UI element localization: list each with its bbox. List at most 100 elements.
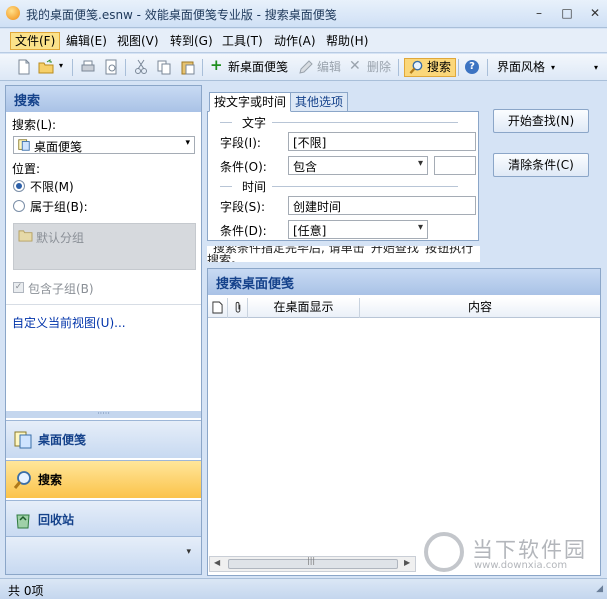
- text-field-select[interactable]: [不限]: [288, 132, 476, 151]
- close-button[interactable]: ✕: [586, 5, 604, 21]
- menu-bar: 文件(F) 编辑(E) 视图(V) 转到(G) 工具(T) 动作(A) 帮助(H…: [0, 29, 607, 53]
- search-form-panel: 文字 字段(I): [不限] 条件(O): 包含 时间 字段(S): 创建时间 …: [207, 111, 479, 241]
- magnifier-icon: [13, 471, 31, 489]
- column-show-on-desktop[interactable]: 在桌面显示: [248, 298, 360, 318]
- print-preview-icon[interactable]: [103, 59, 119, 75]
- nav-splitter[interactable]: ·····: [6, 410, 201, 418]
- time-field-select[interactable]: 创建时间: [288, 196, 476, 215]
- clear-conditions-button[interactable]: 清除条件(C): [493, 153, 589, 177]
- delete-x-icon: ✕: [349, 58, 361, 74]
- left-panel-header: 搜索: [6, 86, 201, 112]
- radio-group[interactable]: [13, 200, 25, 212]
- toolbar-separator: [398, 59, 399, 76]
- toolbar-separator: [125, 59, 126, 76]
- toolbar-separator: [487, 59, 488, 76]
- column-note-icon[interactable]: [208, 298, 228, 318]
- toolbar-separator: [202, 59, 203, 76]
- column-content[interactable]: 内容: [360, 298, 600, 318]
- text-condition-input[interactable]: [434, 156, 476, 175]
- cut-icon[interactable]: [133, 59, 149, 75]
- search-button-label: 搜索: [427, 60, 452, 74]
- search-scope-value: 桌面便笺: [34, 140, 83, 154]
- text-condition-select[interactable]: 包含: [288, 156, 428, 175]
- open-folder-icon[interactable]: [38, 59, 54, 75]
- page-icon: [212, 301, 223, 314]
- nav-item-notes-label: 桌面便笺: [38, 433, 87, 447]
- delete-button[interactable]: 删除: [367, 58, 391, 77]
- group-list[interactable]: 默认分组: [13, 223, 196, 270]
- chevron-down-icon[interactable]: ▾: [186, 547, 191, 557]
- paste-icon[interactable]: [180, 59, 196, 75]
- open-dropdown-icon[interactable]: ▾: [59, 61, 63, 70]
- toolbar-overflow-icon[interactable]: ▾: [594, 58, 598, 77]
- print-icon[interactable]: [80, 59, 96, 75]
- watermark: 当下软件园 www.downxia.com: [424, 532, 604, 576]
- radio-group-label: 属于组(B):: [30, 200, 88, 214]
- edit-button[interactable]: 编辑: [317, 58, 341, 77]
- include-subgroups-checkbox[interactable]: ✓: [13, 282, 24, 293]
- menu-goto[interactable]: 转到(G): [166, 32, 217, 50]
- section-line: [272, 122, 458, 123]
- text-section-label: 文字: [242, 116, 267, 130]
- status-bar: 共 0项 ◢: [0, 578, 607, 599]
- menu-edit[interactable]: 编辑(E): [62, 32, 111, 50]
- ui-style-button[interactable]: 界面风格: [497, 58, 545, 77]
- nav-overflow[interactable]: ▾: [6, 536, 201, 574]
- tab-other-options[interactable]: 其他选项: [290, 92, 349, 112]
- scrollbar-thumb[interactable]: |||: [228, 556, 398, 569]
- scroll-left-icon[interactable]: ◀: [214, 558, 220, 567]
- watermark-logo: [424, 532, 464, 572]
- window-title: 我的桌面便笺.esnw - 效能桌面便笺专业版 - 搜索桌面便笺: [26, 8, 337, 22]
- toolbar-separator: [458, 59, 459, 76]
- resize-grip-icon[interactable]: ◢: [596, 584, 603, 594]
- folder-icon: [18, 230, 33, 242]
- plus-icon: +: [210, 56, 223, 74]
- section-line: [272, 186, 458, 187]
- chevron-down-icon: ▾: [185, 138, 190, 148]
- nav-item-notes[interactable]: 桌面便笺: [6, 420, 201, 458]
- search-hint: 搜索条件指定完毕后, 请单击“开始查找”按钮执行搜索。: [207, 246, 480, 262]
- new-file-icon[interactable]: [16, 59, 32, 75]
- section-line: [220, 186, 232, 187]
- column-attachment[interactable]: [228, 298, 248, 318]
- custom-view-link[interactable]: 自定义当前视图(U)...: [12, 314, 126, 331]
- nav-item-recycle-bin-label: 回收站: [38, 513, 75, 527]
- app-icon: [6, 6, 20, 20]
- field-label-text: 字段(I):: [220, 136, 261, 150]
- edit-pencil-icon: [299, 60, 313, 74]
- field-label-time: 字段(S):: [220, 200, 266, 214]
- nav-item-search[interactable]: 搜索: [6, 460, 201, 498]
- menu-actions[interactable]: 动作(A): [270, 32, 320, 50]
- include-subgroups-label: 包含子组(B): [28, 282, 94, 296]
- copy-icon[interactable]: [156, 59, 172, 75]
- menu-view[interactable]: 视图(V): [113, 32, 163, 50]
- start-search-button[interactable]: 开始查找(N): [493, 109, 589, 133]
- search-button[interactable]: 搜索: [404, 58, 457, 77]
- results-header: 搜索桌面便笺: [208, 269, 600, 295]
- horizontal-scrollbar[interactable]: ◀ ||| ▶: [209, 556, 416, 572]
- menu-tools[interactable]: 工具(T): [218, 32, 267, 50]
- paperclip-icon: [235, 301, 240, 313]
- help-icon[interactable]: ?: [465, 60, 479, 74]
- minimize-button[interactable]: –: [530, 5, 548, 21]
- menu-file[interactable]: 文件(F): [10, 32, 61, 50]
- ui-style-dropdown-icon[interactable]: ▾: [551, 58, 555, 77]
- maximize-button[interactable]: □: [558, 5, 576, 21]
- new-note-button[interactable]: 新桌面便笺: [228, 58, 288, 77]
- time-condition-select[interactable]: [任意]: [288, 220, 428, 239]
- menu-help[interactable]: 帮助(H): [322, 32, 372, 50]
- grip-icon: |||: [307, 556, 316, 565]
- notes-icon: [18, 139, 30, 151]
- radio-unlimited[interactable]: [13, 180, 25, 192]
- results-column-header: 在桌面显示 内容: [208, 298, 600, 318]
- nav-item-recycle-bin[interactable]: 回收站: [6, 500, 201, 538]
- tab-text-or-time[interactable]: 按文字或时间: [209, 92, 292, 112]
- left-panel: 搜索 搜索(L): 桌面便笺 ▾ 位置: 不限(M) 属于组(B): 默认分组 …: [5, 85, 202, 575]
- recycle-bin-icon: [16, 514, 30, 529]
- search-scope-select[interactable]: 桌面便笺 ▾: [13, 136, 195, 154]
- condition-label-text: 条件(O):: [220, 160, 267, 174]
- toolbar: ▾ + 新桌面便笺 编辑 ✕ 删除 搜索 ? 界面风格 ▾ ▾: [0, 54, 607, 81]
- notes-icon: [14, 431, 32, 449]
- position-label: 位置:: [12, 162, 41, 176]
- scroll-right-icon[interactable]: ▶: [404, 558, 410, 567]
